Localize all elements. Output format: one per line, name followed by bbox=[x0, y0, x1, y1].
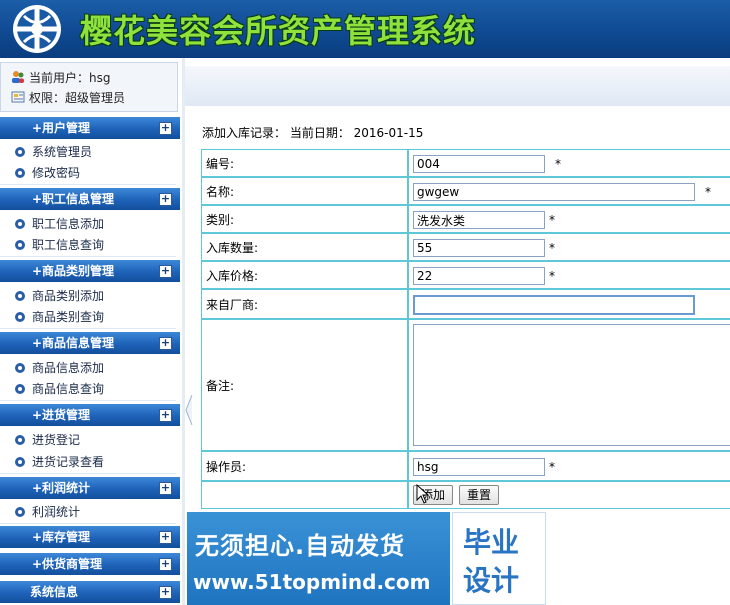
sidebar-item-change-password[interactable]: 修改密码 bbox=[0, 162, 176, 185]
sidebar-item-staff-query[interactable]: 职工信息查询 bbox=[0, 234, 176, 257]
app-title: 樱花美容会所资产管理系统 bbox=[80, 12, 477, 50]
category-input[interactable] bbox=[413, 211, 545, 229]
table-row: 备注: bbox=[201, 319, 730, 451]
logo-icon bbox=[13, 5, 61, 53]
bullet-icon bbox=[15, 291, 25, 301]
operator-input[interactable] bbox=[413, 458, 545, 476]
sidebar-item-staff-add[interactable]: 职工信息添加 bbox=[0, 213, 176, 236]
table-row: 名称: * bbox=[201, 177, 730, 205]
bullet-icon bbox=[15, 435, 25, 445]
expand-plus-icon[interactable]: + bbox=[159, 337, 172, 350]
sidebar: 当前用户：hsg 权限：超级管理员 +用户管理 + 系统管理员 修改密码 +职工… bbox=[0, 58, 182, 605]
menu-section-product[interactable]: +商品信息管理 + bbox=[0, 332, 180, 354]
table-row: 操作员: * bbox=[201, 451, 730, 481]
expand-plus-icon[interactable]: + bbox=[159, 482, 172, 495]
sidebar-item-category-add[interactable]: 商品类别添加 bbox=[0, 285, 176, 308]
menu-section-staff[interactable]: +职工信息管理 + bbox=[0, 188, 180, 210]
ad-slogan: 无须担心.自动发货 bbox=[195, 532, 406, 560]
sidebar-item-product-query[interactable]: 商品信息查询 bbox=[0, 378, 176, 401]
ad-url: www.51topmind.com bbox=[193, 570, 431, 594]
table-row: 类别: * bbox=[201, 205, 730, 233]
expand-plus-icon[interactable]: + bbox=[159, 409, 172, 422]
table-row: 入库数量: * bbox=[201, 233, 730, 261]
code-input[interactable] bbox=[413, 155, 545, 173]
menu-section-system-info[interactable]: 系统信息 + bbox=[0, 581, 180, 603]
bullet-icon bbox=[15, 147, 25, 157]
sidebar-item-product-add[interactable]: 商品信息添加 bbox=[0, 357, 176, 380]
mouse-cursor-icon bbox=[416, 484, 430, 504]
expand-plus-icon[interactable]: + bbox=[159, 193, 172, 206]
breadcrumb: 添加入库记录： 当前日期： 2016-01-15 bbox=[202, 126, 424, 140]
menu-section-profit[interactable]: +利润统计 + bbox=[0, 477, 180, 499]
menu-section-purchase[interactable]: +进货管理 + bbox=[0, 404, 180, 426]
user-group-icon bbox=[11, 70, 25, 84]
table-row: 添加 重置 bbox=[201, 481, 730, 509]
app-header: 樱花美容会所资产管理系统 bbox=[0, 0, 730, 58]
menu-section-inventory[interactable]: +库存管理 + bbox=[0, 526, 180, 548]
expand-plus-icon[interactable]: + bbox=[159, 558, 172, 571]
bullet-icon bbox=[15, 507, 25, 517]
bullet-icon bbox=[15, 457, 25, 467]
name-input[interactable] bbox=[413, 183, 695, 201]
sidebar-item-profit-stats[interactable]: 利润统计 bbox=[0, 501, 176, 524]
sidebar-item-purchase-register[interactable]: 进货登记 bbox=[0, 429, 176, 452]
ad-banner[interactable]: 无须担心.自动发货 www.51topmind.com bbox=[187, 512, 450, 605]
bullet-icon bbox=[15, 240, 25, 250]
table-row: 入库价格: * bbox=[201, 261, 730, 289]
collapse-arrow-icon[interactable] bbox=[185, 395, 193, 425]
reset-button[interactable]: 重置 bbox=[459, 485, 499, 505]
menu-section-user-mgmt[interactable]: +用户管理 + bbox=[0, 117, 180, 139]
user-info-box: 当前用户：hsg 权限：超级管理员 bbox=[0, 62, 178, 112]
expand-plus-icon[interactable]: + bbox=[159, 531, 172, 544]
bullet-icon bbox=[15, 363, 25, 373]
remark-textarea[interactable] bbox=[413, 324, 730, 446]
menu-section-category[interactable]: +商品类别管理 + bbox=[0, 260, 180, 282]
ad-badge[interactable]: 毕业 设计 bbox=[452, 512, 546, 605]
permission-label: 权限：超级管理员 bbox=[29, 90, 126, 105]
price-input[interactable] bbox=[413, 267, 545, 285]
supplier-input[interactable] bbox=[413, 295, 695, 315]
expand-plus-icon[interactable]: + bbox=[159, 265, 172, 278]
sidebar-item-sys-admin[interactable]: 系统管理员 bbox=[0, 141, 176, 164]
table-row: 编号: * bbox=[201, 149, 730, 177]
quantity-input[interactable] bbox=[413, 239, 545, 257]
bullet-icon bbox=[15, 219, 25, 229]
expand-plus-icon[interactable]: + bbox=[159, 586, 172, 599]
table-row: 来自厂商: bbox=[201, 289, 730, 319]
bullet-icon bbox=[15, 384, 25, 394]
sidebar-item-purchase-records[interactable]: 进货记录查看 bbox=[0, 451, 176, 474]
content-topbar bbox=[185, 66, 730, 106]
bullet-icon bbox=[15, 168, 25, 178]
sidebar-item-category-query[interactable]: 商品类别查询 bbox=[0, 306, 176, 329]
sidebar-splitter[interactable] bbox=[182, 58, 185, 605]
current-user-label: 当前用户：hsg bbox=[29, 70, 111, 85]
bullet-icon bbox=[15, 312, 25, 322]
menu-section-supplier[interactable]: +供货商管理 + bbox=[0, 553, 180, 575]
expand-plus-icon[interactable]: + bbox=[159, 122, 172, 135]
permission-icon bbox=[11, 90, 25, 104]
